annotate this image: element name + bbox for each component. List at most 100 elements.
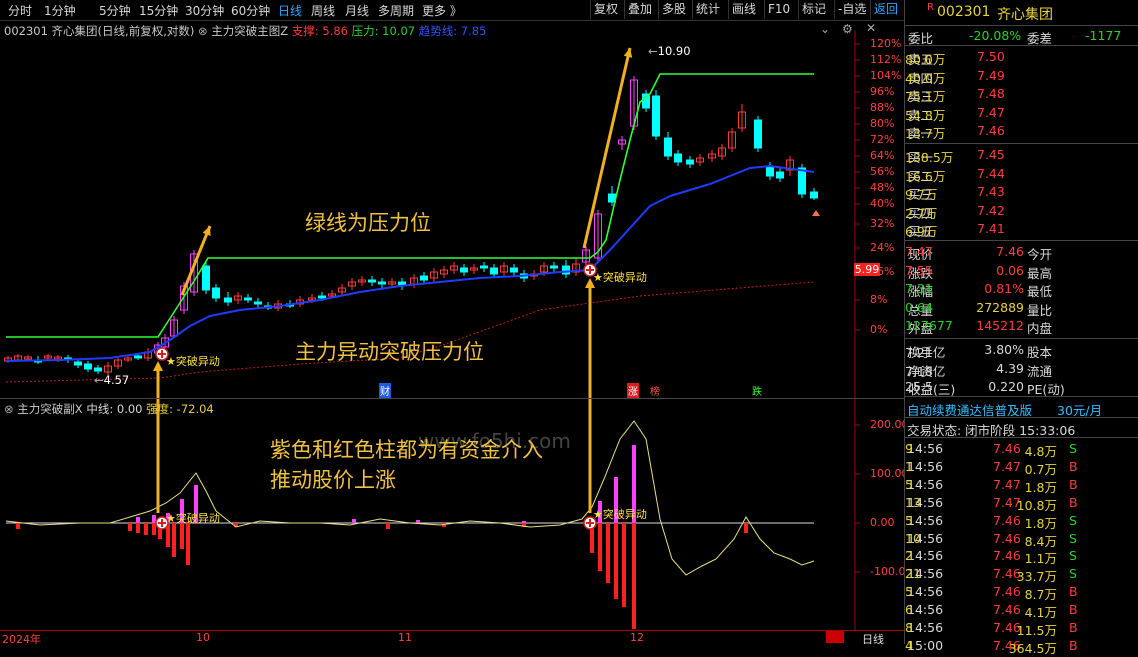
candle-body xyxy=(686,159,694,165)
ask-row: 卖三 7.48 75.1万 xyxy=(905,86,1005,105)
r-mark-icon: R xyxy=(927,2,934,13)
volume-bar-red xyxy=(598,523,602,571)
sub-breakout-label-1: ★突破异动 xyxy=(166,512,220,525)
stock-name: 齐心集团 xyxy=(997,7,1053,23)
volume-bar-red xyxy=(152,523,156,535)
tick-row: 14:56 7.46 1.1万 S 2 xyxy=(905,548,1077,567)
weibi-value: -20.08% xyxy=(969,28,1022,43)
y-tick-label: 8% xyxy=(870,293,888,306)
date-axis: 2024年 10 11 12 日线 xyxy=(0,630,904,647)
y-tick-label: 96% xyxy=(870,85,895,98)
period-fenshi[interactable]: 分时 xyxy=(8,2,32,19)
date-label: 2024年 xyxy=(2,633,41,646)
mark-button[interactable]: 标记 xyxy=(798,0,829,19)
volume-bar-red xyxy=(186,523,190,565)
sub-axis: 200.00 100.00 0.00 -100.00 xyxy=(860,399,912,631)
arrow-head xyxy=(153,361,163,371)
candle-body xyxy=(224,297,232,303)
candle-body xyxy=(378,281,386,285)
pressure-line xyxy=(6,73,814,338)
sub-y-tick-label: 0.00 xyxy=(870,516,895,529)
candle-body xyxy=(766,165,774,177)
y-tick-label: 112% xyxy=(870,53,902,66)
period-multi[interactable]: 多周期 xyxy=(378,2,414,19)
candle-body xyxy=(94,367,102,372)
candle-body xyxy=(776,171,784,179)
trend-line xyxy=(5,164,815,362)
price-axis: 120% 112% 104% 96% 88% 80% 72% 64% 56% 48% 40% 32% 2… xyxy=(870,20,904,398)
scroll-button[interactable] xyxy=(826,631,844,643)
period-monthly[interactable]: 月线 xyxy=(345,2,369,19)
stat-row: 涨跌 0.06 最高 7.55 xyxy=(905,262,1053,281)
period-weekly[interactable]: 周线 xyxy=(311,2,335,19)
candle-body xyxy=(368,279,376,283)
multi-stock-button[interactable]: 多股 xyxy=(658,0,689,19)
volume-bar-red xyxy=(180,523,184,549)
y-tick-label: 32% xyxy=(870,217,895,230)
volume-bar-red xyxy=(144,523,148,535)
bid-row: 买一 7.45 138.5万 xyxy=(905,147,1005,165)
event-die[interactable]: 跌 xyxy=(752,383,762,398)
period-15min[interactable]: 15分钟 xyxy=(139,2,178,19)
period-30min[interactable]: 30分钟 xyxy=(185,2,224,19)
ask-row: 卖四 7.49 40.0万 xyxy=(905,67,1005,86)
candle-body xyxy=(562,265,570,275)
main-kline-chart[interactable]: 002301 齐心集团(日线,前复权,对数) ⊗ 主力突破主图Z 支撑: 5.8… xyxy=(0,20,904,398)
f10-button[interactable]: F10 xyxy=(764,0,793,19)
period-daily[interactable]: 日线 xyxy=(278,2,302,19)
y-tick-label: 24% xyxy=(870,241,895,254)
y-tick-label: 104% xyxy=(870,69,902,82)
volume-bar-pink xyxy=(522,521,526,523)
y-tick-label: 80% xyxy=(870,117,895,130)
arrow-shaft xyxy=(582,47,632,249)
period-1min[interactable]: 1分钟 xyxy=(44,2,76,19)
period-more[interactable]: 更多 》 xyxy=(422,2,462,19)
volume-bar-red xyxy=(16,523,20,529)
weicha-value: -1177 xyxy=(1085,28,1122,43)
quote-panel: R 002301 齐心集团 委比 -20.08% 委差 -1177 卖五 7.50… xyxy=(904,0,1138,656)
ask-row: 卖一 7.46 13.7万 xyxy=(905,123,1005,142)
stat-row: 换手 3.80% 股本 7.21亿 xyxy=(905,342,1053,360)
volume-bar-pink xyxy=(136,517,140,523)
y-tick-label: 48% xyxy=(870,181,895,194)
candle-body xyxy=(480,265,488,269)
tick-row: 14:56 7.46 4.1万 B 6 xyxy=(905,602,1078,621)
annotation-sub: 紫色和红色柱都为有资金介入 推动股价上涨 xyxy=(270,438,543,492)
tick-row: 14:56 7.46 8.4万 S 10 xyxy=(905,530,1077,549)
breakout-label-2: ★突破异动 xyxy=(593,271,647,284)
back-button[interactable]: 返回 xyxy=(870,0,901,19)
candle-body xyxy=(510,267,518,273)
tick-row: 14:56 7.47 10.8万 B 13 xyxy=(905,494,1078,513)
period-tab[interactable]: 日线 xyxy=(862,631,884,647)
candle-body xyxy=(318,295,326,299)
sub-y-tick-label: 100.00 xyxy=(870,467,909,480)
tick-row: 14:56 7.46 33.7万 S 21 xyxy=(905,566,1077,585)
y-tick-label: 56% xyxy=(870,165,895,178)
volume-bar-pink xyxy=(352,519,356,523)
candle-body xyxy=(798,167,806,195)
event-cai[interactable]: 财 xyxy=(379,383,391,398)
event-zhang[interactable]: 涨 xyxy=(627,383,639,398)
overlay-button[interactable]: 叠加 xyxy=(624,0,655,19)
watchlist-button[interactable]: -自选 xyxy=(834,0,869,19)
stats-button[interactable]: 统计 xyxy=(692,0,723,19)
volume-bar-red xyxy=(386,523,390,529)
candle-body xyxy=(754,119,762,149)
candle-body xyxy=(664,137,672,157)
bid-row: 买四 7.42 2.7万 xyxy=(905,202,1005,221)
period-5min[interactable]: 5分钟 xyxy=(99,2,131,19)
stat-row: 现价 7.46 今开 7.47 xyxy=(905,244,1053,262)
candle-body xyxy=(134,355,142,359)
volume-bar-red xyxy=(606,523,610,583)
date-label: 11 xyxy=(398,631,412,644)
draw-line-button[interactable]: 画线 xyxy=(728,0,759,19)
sub-y-tick-label: 200.00 xyxy=(870,418,909,431)
fuquan-button[interactable]: 复权 xyxy=(590,0,621,19)
sub-indicator-chart[interactable]: ⊗ 主力突破副X 中线: 0.00 强度: -72.04 200.00 100.0… xyxy=(0,398,912,631)
event-bang[interactable]: 榜 xyxy=(650,383,660,398)
y-tick-label: 120% xyxy=(870,37,902,50)
volume-bar-red xyxy=(172,523,176,557)
candle-body xyxy=(652,95,660,137)
period-60min[interactable]: 60分钟 xyxy=(231,2,270,19)
bid-row: 买三 7.43 9.7万 xyxy=(905,184,1005,203)
